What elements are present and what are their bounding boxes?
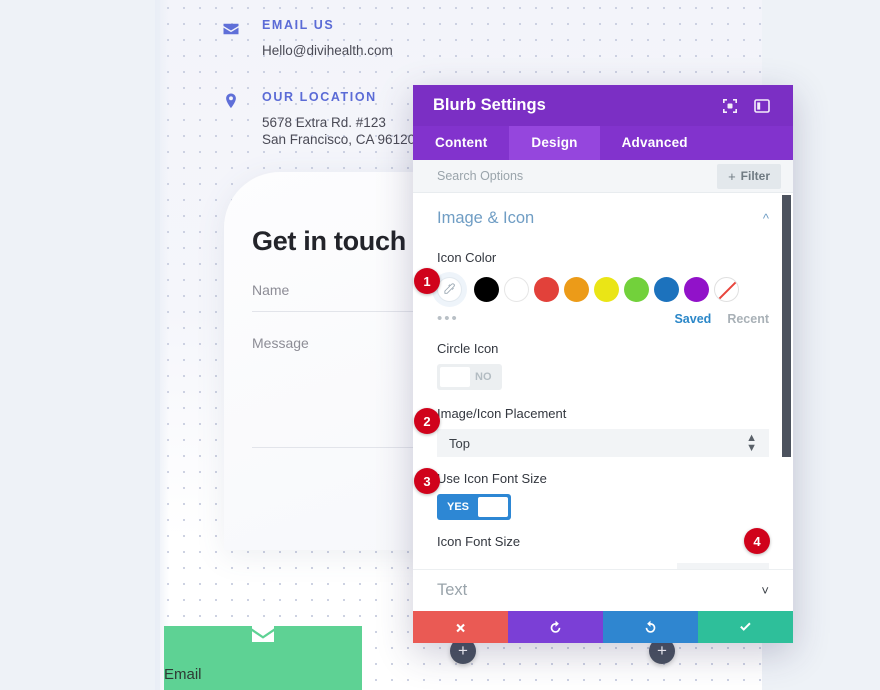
use-icon-font-size-label: Use Icon Font Size <box>437 471 547 486</box>
modal-body: Image & Icon ^ Icon Color ••• Saved Rece… <box>413 193 793 611</box>
use-icon-font-size-toggle-value: YES <box>447 501 470 513</box>
check-icon <box>740 622 751 631</box>
circle-icon-toggle[interactable]: NO <box>437 364 502 390</box>
tab-content[interactable]: Content <box>413 126 509 160</box>
modal-scrollbar[interactable] <box>782 195 791 457</box>
icon-font-size-label: Icon Font Size <box>437 534 521 549</box>
undo-icon <box>550 620 561 633</box>
save-button[interactable] <box>698 611 793 643</box>
chevron-down-icon[interactable]: ˅ <box>761 583 769 598</box>
swatch-white[interactable] <box>504 276 529 302</box>
search-bar: Search Options + Filter <box>413 160 793 193</box>
swatch-yellow[interactable] <box>594 276 619 302</box>
map-pin-icon <box>222 92 240 110</box>
envelope-icon <box>250 624 276 644</box>
column-edge-fade <box>155 0 169 690</box>
swatch-green[interactable] <box>624 276 649 302</box>
redo-icon <box>645 620 656 633</box>
search-input[interactable]: Search Options <box>437 169 717 183</box>
swatch-black[interactable] <box>474 276 499 302</box>
step-badge-2: 2 <box>414 408 440 434</box>
swatch-purple[interactable] <box>684 276 709 302</box>
use-icon-font-size-toggle[interactable]: YES <box>437 494 512 520</box>
settings-scroll-area: Image & Icon ^ Icon Color ••• Saved Rece… <box>413 193 793 611</box>
section-text-header[interactable]: Text ˅ <box>413 569 793 611</box>
email-blurb-label: Email <box>164 666 202 683</box>
toggle-knob <box>440 367 470 387</box>
blurb-settings-modal: Blurb Settings Content Design Advanced S… <box>413 85 793 643</box>
contact-heading: EMAIL US <box>262 18 335 32</box>
undo-button[interactable] <box>508 611 603 643</box>
eyedropper-icon[interactable] <box>437 276 462 302</box>
circle-icon-toggle-value: NO <box>475 371 492 383</box>
layout-panel-icon[interactable] <box>751 95 773 117</box>
redo-button[interactable] <box>603 611 698 643</box>
swatch-blue[interactable] <box>654 276 679 302</box>
plus-icon: + <box>728 168 736 184</box>
placement-label: Image/Icon Placement <box>437 406 567 421</box>
chevron-up-icon[interactable]: ^ <box>763 211 769 226</box>
contact-line: Hello@divihealth.com <box>262 43 393 58</box>
modal-action-bar <box>413 611 793 643</box>
section-title: Text <box>437 581 468 599</box>
toggle-knob <box>478 497 509 517</box>
screenshot-root: EMAIL US Hello@divihealth.com OUR LOCATI… <box>0 0 880 690</box>
section-title: Image & Icon <box>437 209 535 227</box>
filter-button[interactable]: + Filter <box>717 163 781 189</box>
icon-color-label: Icon Color <box>437 250 497 265</box>
email-blurb-card[interactable]: Email <box>164 626 362 690</box>
step-badge-4: 4 <box>744 528 770 554</box>
recent-tab[interactable]: Recent <box>727 312 769 326</box>
step-badge-3: 3 <box>414 468 440 494</box>
more-options-icon[interactable]: ••• <box>437 310 658 327</box>
section-image-and-icon-header[interactable]: Image & Icon ^ <box>437 193 769 236</box>
swatch-red[interactable] <box>534 276 559 302</box>
expand-icon[interactable] <box>719 95 741 117</box>
modal-header: Blurb Settings <box>413 85 793 126</box>
chevron-updown-icon: ▲ ▼ <box>746 432 757 454</box>
cancel-button[interactable] <box>413 611 508 643</box>
tab-advanced[interactable]: Advanced <box>600 126 710 160</box>
icon-color-swatches <box>437 273 769 305</box>
envelope-icon <box>222 20 240 38</box>
saved-tab[interactable]: Saved <box>674 312 711 326</box>
swatch-orange[interactable] <box>564 276 589 302</box>
swatch-footer-row: ••• Saved Recent <box>437 310 769 327</box>
step-badge-1: 1 <box>414 268 440 294</box>
modal-title: Blurb Settings <box>433 96 546 114</box>
placement-value: Top <box>449 435 470 451</box>
circle-icon-label: Circle Icon <box>437 341 499 356</box>
swatch-transparent[interactable] <box>714 276 739 302</box>
modal-tabs: Content Design Advanced <box>413 126 793 160</box>
contact-row-email: EMAIL US Hello@divihealth.com <box>222 18 552 58</box>
tab-design[interactable]: Design <box>509 126 600 160</box>
filter-label: Filter <box>740 169 770 183</box>
placement-select[interactable]: Top ▲ ▼ <box>437 429 769 457</box>
x-icon <box>456 623 465 632</box>
